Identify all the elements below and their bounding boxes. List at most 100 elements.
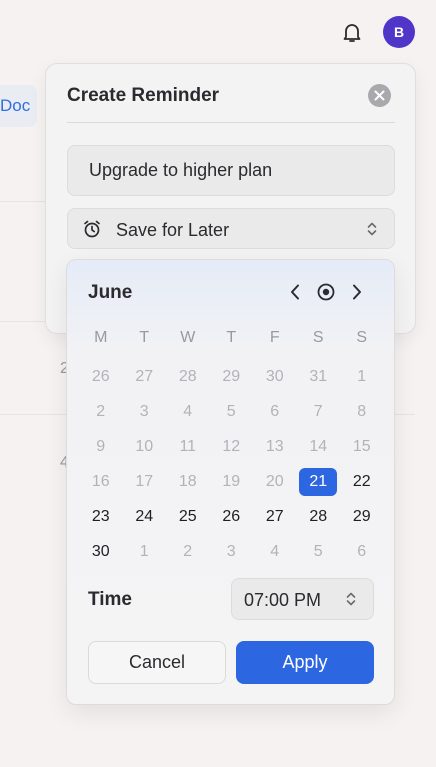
day-number: 7 bbox=[313, 402, 323, 420]
day-number: 6 bbox=[357, 542, 367, 560]
day-cell[interactable]: 11 bbox=[166, 429, 210, 464]
chevron-up-down-icon bbox=[344, 591, 358, 612]
bell-icon[interactable] bbox=[340, 20, 364, 44]
day-cell-selected[interactable]: 21 bbox=[297, 464, 341, 499]
apply-button[interactable]: Apply bbox=[236, 641, 374, 684]
day-number: 20 bbox=[265, 472, 284, 490]
day-cell[interactable]: 22 bbox=[340, 464, 384, 499]
day-cell[interactable]: 27 bbox=[253, 499, 297, 534]
day-cell[interactable]: 5 bbox=[297, 534, 341, 569]
row-divider bbox=[395, 414, 415, 415]
panel-title: Create Reminder bbox=[67, 85, 220, 106]
day-cell[interactable]: 25 bbox=[166, 499, 210, 534]
day-number: 13 bbox=[265, 437, 284, 455]
day-cell[interactable]: 5 bbox=[210, 394, 254, 429]
day-cell[interactable]: 2 bbox=[79, 394, 123, 429]
weekday-label: F bbox=[269, 329, 280, 346]
day-cell[interactable]: 30 bbox=[79, 534, 123, 569]
day-cell[interactable]: 27 bbox=[123, 359, 167, 394]
day-number: 17 bbox=[135, 472, 154, 490]
day-cell[interactable]: 26 bbox=[210, 499, 254, 534]
day-number: 29 bbox=[222, 367, 241, 385]
day-number: 15 bbox=[352, 437, 371, 455]
day-number: 22 bbox=[352, 472, 371, 490]
day-number: 26 bbox=[222, 507, 241, 525]
day-cell[interactable]: 9 bbox=[79, 429, 123, 464]
day-cell[interactable]: 17 bbox=[123, 464, 167, 499]
chevron-right-icon[interactable] bbox=[349, 282, 365, 302]
day-cell[interactable]: 1 bbox=[340, 359, 384, 394]
weekday-header: M T W T F S S bbox=[79, 329, 384, 347]
day-cell[interactable]: 24 bbox=[123, 499, 167, 534]
day-cell[interactable]: 18 bbox=[166, 464, 210, 499]
day-number: 27 bbox=[265, 507, 284, 525]
day-cell[interactable]: 3 bbox=[123, 394, 167, 429]
day-cell[interactable]: 8 bbox=[340, 394, 384, 429]
day-number: 5 bbox=[226, 402, 236, 420]
day-number: 2 bbox=[96, 402, 106, 420]
day-number: 28 bbox=[309, 507, 328, 525]
day-cell[interactable]: 15 bbox=[340, 429, 384, 464]
close-icon[interactable] bbox=[368, 84, 391, 107]
divider bbox=[67, 122, 395, 123]
category-selected-label: Save for Later bbox=[116, 220, 230, 240]
time-value: 07:00 PM bbox=[244, 590, 322, 610]
time-select[interactable]: 07:00 PM bbox=[231, 578, 374, 620]
day-number: 11 bbox=[179, 437, 197, 455]
doc-tag[interactable]: Doc bbox=[0, 85, 37, 127]
day-number: 2 bbox=[183, 542, 193, 560]
doc-tag-label: Doc bbox=[0, 96, 31, 115]
day-cell[interactable]: 10 bbox=[123, 429, 167, 464]
cancel-button[interactable]: Cancel bbox=[88, 641, 226, 684]
weekday-label: S bbox=[356, 329, 368, 346]
day-cell[interactable]: 19 bbox=[210, 464, 254, 499]
day-number: 9 bbox=[96, 437, 106, 455]
day-cell[interactable]: 29 bbox=[210, 359, 254, 394]
day-cell[interactable]: 26 bbox=[79, 359, 123, 394]
day-number: 12 bbox=[222, 437, 241, 455]
day-cell[interactable]: 20 bbox=[253, 464, 297, 499]
day-cell[interactable]: 28 bbox=[297, 499, 341, 534]
day-cell[interactable]: 23 bbox=[79, 499, 123, 534]
day-number: 19 bbox=[222, 472, 241, 490]
day-number: 6 bbox=[270, 402, 280, 420]
day-cell[interactable]: 2 bbox=[166, 534, 210, 569]
day-cell[interactable]: 16 bbox=[79, 464, 123, 499]
day-cell[interactable]: 6 bbox=[253, 394, 297, 429]
weekday-label: W bbox=[180, 329, 196, 346]
day-cell[interactable]: 3 bbox=[210, 534, 254, 569]
day-number: 5 bbox=[313, 542, 323, 560]
day-number: 1 bbox=[357, 367, 367, 385]
day-cell[interactable]: 31 bbox=[297, 359, 341, 394]
day-number: 21 bbox=[299, 467, 338, 496]
day-cell[interactable]: 30 bbox=[253, 359, 297, 394]
day-number: 23 bbox=[91, 507, 110, 525]
day-number: 30 bbox=[265, 367, 284, 385]
row-divider bbox=[0, 414, 66, 415]
day-cell[interactable]: 28 bbox=[166, 359, 210, 394]
day-cell[interactable]: 7 bbox=[297, 394, 341, 429]
user-avatar[interactable]: B bbox=[383, 16, 415, 48]
reminder-text-input[interactable]: Upgrade to higher plan bbox=[67, 145, 395, 196]
weekday-label: T bbox=[226, 329, 237, 346]
day-cell[interactable]: 4 bbox=[253, 534, 297, 569]
day-cell[interactable]: 6 bbox=[340, 534, 384, 569]
day-cell[interactable]: 12 bbox=[210, 429, 254, 464]
day-number: 8 bbox=[357, 402, 367, 420]
chevron-left-icon[interactable] bbox=[287, 282, 303, 302]
day-number: 24 bbox=[135, 507, 154, 525]
day-cell[interactable]: 1 bbox=[123, 534, 167, 569]
row-divider bbox=[0, 201, 45, 202]
time-label: Time bbox=[88, 589, 133, 610]
category-select[interactable]: Save for Later bbox=[67, 208, 395, 249]
day-number: 4 bbox=[270, 542, 280, 560]
weekday-label: S bbox=[312, 329, 324, 346]
day-cell[interactable]: 14 bbox=[297, 429, 341, 464]
day-cell[interactable]: 4 bbox=[166, 394, 210, 429]
weekday-label: M bbox=[94, 329, 108, 346]
today-target-icon[interactable] bbox=[316, 282, 336, 302]
day-cell[interactable]: 29 bbox=[340, 499, 384, 534]
day-number: 30 bbox=[91, 542, 110, 560]
day-number: 25 bbox=[178, 507, 197, 525]
day-cell[interactable]: 13 bbox=[253, 429, 297, 464]
